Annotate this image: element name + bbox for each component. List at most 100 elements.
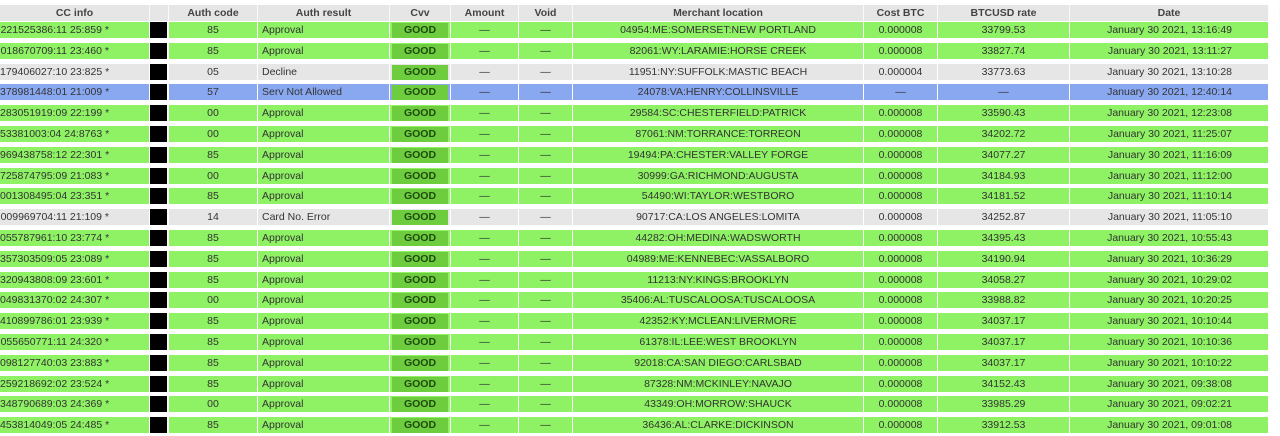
column-header-void[interactable]: Void [519,5,573,21]
void-cell: — [519,417,573,434]
merchant-location-cell: 30999:GA:RICHMOND:AUGUSTA [573,168,864,185]
cost-btc-cell: 0.000008 [864,147,938,164]
cvv-status-badge: GOOD [392,377,448,392]
void-cell: — [519,334,573,351]
cvv-status-badge: GOOD [392,23,448,38]
column-header-cost-btc[interactable]: Cost BTC [864,5,938,21]
table-row[interactable]: 179406027:10 23:825 * 05 Decline GOOD — —1195… [0,64,1280,81]
cost-btc-cell: 0.000008 [864,272,938,289]
auth-code-cell: 85 [169,147,258,164]
table-row[interactable]: 53381003:04 24:8763 * 00 Approval GOOD — —870… [0,126,1280,143]
cost-btc-cell: 0.000008 [864,43,938,60]
cc-info-cell: 018670709:11 23:460 * [0,43,150,60]
cvv-cell: GOOD [390,168,451,185]
date-cell: January 30 2021, 12:40:14 [1070,84,1269,101]
column-header-auth-code[interactable]: Auth code [169,5,258,21]
card-thumbnail [150,84,169,101]
column-header-merchant-location[interactable]: Merchant location [573,5,864,21]
transactions-table: CC info Auth code Auth result Cvv Amount… [0,0,1280,436]
table-row[interactable]: 348790689:03 24:369 * 00 Approval GOOD — —433… [0,396,1280,413]
auth-result-cell: Approval [258,105,390,122]
row-tail [1269,22,1280,39]
void-cell: — [519,313,573,330]
column-header-cc-info[interactable]: CC info [0,5,150,21]
void-cell: — [519,105,573,122]
table-row[interactable]: 018670709:11 23:460 * 85 Approval GOOD — —820… [0,43,1280,60]
table-row[interactable]: 098127740:03 23:883 * 85 Approval GOOD — —920… [0,355,1280,372]
btcusd-rate-cell: — [938,84,1070,101]
auth-code-cell: 85 [169,313,258,330]
row-tail [1269,313,1280,330]
table-row[interactable]: 259218692:02 23:524 * 85 Approval GOOD — —873… [0,376,1280,393]
table-row[interactable]: 049831370:02 24:307 * 00 Approval GOOD — —354… [0,292,1280,309]
btcusd-rate-cell: 33985.29 [938,396,1070,413]
merchant-location-cell: 44282:OH:MEDINA:WADSWORTH [573,230,864,247]
void-cell: — [519,355,573,372]
table-row[interactable]: 410899786:01 23:939 * 85 Approval GOOD — —423… [0,313,1280,330]
card-thumbnail [150,147,169,164]
date-cell: January 30 2021, 10:10:44 [1070,313,1269,330]
column-header-date[interactable]: Date [1070,5,1269,21]
table-row[interactable]: 283051919:09 22:199 * 00 Approval GOOD — —295… [0,105,1280,122]
cvv-cell: GOOD [390,22,451,39]
column-header-blank [150,5,169,21]
auth-code-cell: 00 [169,105,258,122]
table-row[interactable]: 320943808:09 23:601 * 85 Approval GOOD — —112… [0,272,1280,289]
table-row[interactable]: 453814049:05 24:485 * 85 Approval GOOD — —364… [0,417,1280,434]
auth-code-cell: 00 [169,126,258,143]
table-row[interactable]: 221525386:11 25:859 * 85 Approval GOOD — —049… [0,22,1280,39]
table-row[interactable]: 055787961:10 23:774 * 85 Approval GOOD — —442… [0,230,1280,247]
card-thumbnail [150,417,169,434]
cvv-cell: GOOD [390,376,451,393]
card-thumbnail [150,251,169,268]
column-header-amount[interactable]: Amount [451,5,519,21]
btcusd-rate-cell: 34184.93 [938,168,1070,185]
auth-code-cell: 85 [169,230,258,247]
cc-info-cell: 283051919:09 22:199 * [0,105,150,122]
column-header-cvv[interactable]: Cvv [390,5,451,21]
auth-code-cell: 00 [169,292,258,309]
amount-cell: — [451,272,519,289]
row-tail [1269,230,1280,247]
cvv-cell: GOOD [390,417,451,434]
table-row[interactable]: 725874795:09 21:083 * 00 Approval GOOD — —309… [0,168,1280,185]
merchant-location-cell: 87328:NM:MCKINLEY:NAVAJO [573,376,864,393]
cc-info-cell: 098127740:03 23:883 * [0,355,150,372]
date-cell: January 30 2021, 12:23:08 [1070,105,1269,122]
btcusd-rate-cell: 34037.17 [938,313,1070,330]
auth-result-cell: Approval [258,334,390,351]
auth-code-cell: 05 [169,64,258,81]
table-row[interactable]: 009969704:11 21:109 * 14 Card No. Error GOO… [0,209,1280,226]
cc-info-cell: 320943808:09 23:601 * [0,272,150,289]
merchant-location-cell: 90717:CA:LOS ANGELES:LOMITA [573,209,864,226]
cc-info-cell: 001308495:04 23:351 * [0,188,150,205]
table-row[interactable]: 378981448:01 21:009 * 57 Serv Not Allowed G… [0,84,1280,101]
table-row[interactable]: 969438758:12 22:301 * 85 Approval GOOD — —194… [0,147,1280,164]
cc-info-cell: 259218692:02 23:524 * [0,376,150,393]
auth-result-cell: Approval [258,147,390,164]
column-header-btcusd-rate[interactable]: BTCUSD rate [938,5,1070,21]
table-row[interactable]: 055650771:11 24:320 * 85 Approval GOOD — —613… [0,334,1280,351]
redacted-block [150,105,167,121]
table-row[interactable]: 357303509:05 23:089 * 85 Approval GOOD — —049… [0,251,1280,268]
card-thumbnail [150,272,169,289]
btcusd-rate-cell: 34037.17 [938,334,1070,351]
date-cell: January 30 2021, 10:29:02 [1070,272,1269,289]
date-cell: January 30 2021, 10:10:22 [1070,355,1269,372]
amount-cell: — [451,417,519,434]
amount-cell: — [451,230,519,247]
btcusd-rate-cell: 33590.43 [938,105,1070,122]
merchant-location-cell: 04989:ME:KENNEBEC:VASSALBORO [573,251,864,268]
cvv-status-badge: GOOD [392,418,448,433]
amount-cell: — [451,292,519,309]
table-row[interactable]: 001308495:04 23:351 * 85 Approval GOOD — —544… [0,188,1280,205]
void-cell: — [519,168,573,185]
cvv-status-badge: GOOD [392,335,448,350]
column-header-auth-result[interactable]: Auth result [258,5,390,21]
card-thumbnail [150,313,169,330]
auth-result-cell: Approval [258,355,390,372]
card-thumbnail [150,209,169,226]
auth-result-cell: Approval [258,22,390,39]
cc-info-cell: 179406027:10 23:825 * [0,64,150,81]
redacted-block [150,355,167,371]
